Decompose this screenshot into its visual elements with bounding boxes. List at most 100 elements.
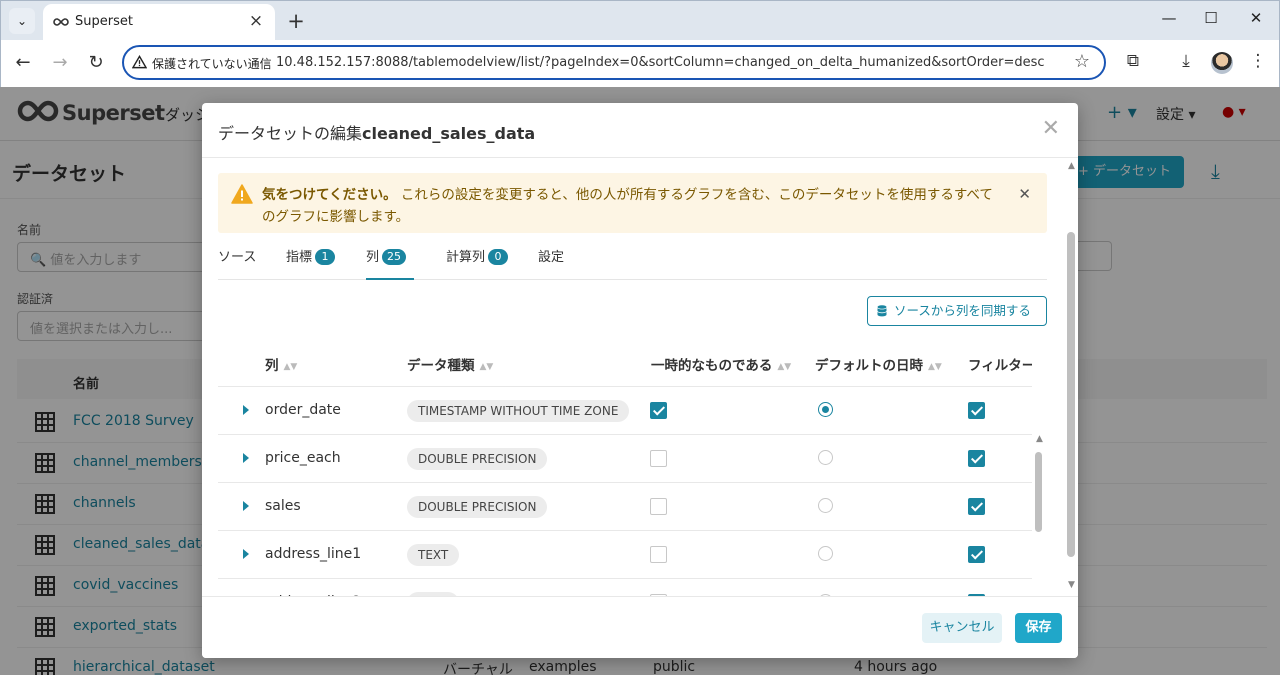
tab-title: Superset <box>75 14 133 29</box>
filterable-checkbox[interactable] <box>968 498 985 515</box>
th-filterable[interactable]: フィルター <box>968 354 1032 374</box>
column-name: address_line1 <box>265 546 362 562</box>
modal-header: データセットの編集cleaned_sales_data ✕ <box>202 103 1078 158</box>
temporal-checkbox[interactable] <box>650 498 667 515</box>
th-temporal[interactable]: 一時的なものである ▲▼ <box>651 354 791 374</box>
expand-row-icon[interactable] <box>243 549 249 559</box>
outer-scroll-up-icon[interactable]: ▲ <box>1068 161 1075 171</box>
browser-tab[interactable]: Superset × <box>43 4 275 41</box>
th-column-label: 列 <box>265 358 279 374</box>
tab-metrics-label: 指標 <box>286 250 313 265</box>
sync-columns-button[interactable]: ソースから列を同期する <box>867 296 1047 326</box>
maximize-icon[interactable]: ☐ <box>1197 9 1225 27</box>
url-text[interactable]: 10.48.152.157:8088/tablemodelview/list/?… <box>276 55 1045 70</box>
expand-row-icon[interactable] <box>243 501 249 511</box>
save-button[interactable]: 保存 <box>1015 613 1062 643</box>
insecure-connection-label[interactable]: 保護されていない通信 <box>152 55 272 72</box>
th-data-type[interactable]: データ種類 ▲▼ <box>407 354 493 374</box>
data-type-tag: DOUBLE PRECISION <box>407 448 548 470</box>
modal-close-icon[interactable]: ✕ <box>1042 117 1060 141</box>
th-data-type-label: データ種類 <box>407 358 475 374</box>
modal-footer: キャンセル 保存 <box>202 596 1078 658</box>
column-row: order_date TIMESTAMP WITHOUT TIME ZONE <box>218 387 1032 435</box>
profile-avatar[interactable] <box>1211 52 1233 74</box>
temporal-checkbox[interactable] <box>650 402 667 419</box>
sort-icon: ▲▼ <box>479 362 494 372</box>
th-default-datetime[interactable]: デフォルトの日時 ▲▼ <box>815 354 942 374</box>
modal-title-dataset: cleaned_sales_data <box>362 124 536 143</box>
new-tab-button[interactable]: + <box>284 8 308 34</box>
bookmark-star-icon[interactable]: ☆ <box>1074 51 1090 72</box>
default-datetime-radio[interactable] <box>818 546 833 561</box>
sync-columns-label: ソースから列を同期する <box>894 303 1031 318</box>
data-type-tag: TIMESTAMP WITHOUT TIME ZONE <box>407 400 630 422</box>
default-datetime-radio[interactable] <box>818 498 833 513</box>
column-name: price_each <box>265 450 341 466</box>
tab-source-label: ソース <box>218 250 257 265</box>
default-datetime-radio[interactable] <box>818 450 833 465</box>
column-row: address_line1 TEXT <box>218 531 1032 579</box>
tab-settings-label: 設定 <box>538 250 565 265</box>
expand-row-icon[interactable] <box>243 453 249 463</box>
browser-tab-strip: ⌄ Superset × + — ☐ ✕ <box>0 0 1280 41</box>
forward-icon[interactable]: → <box>48 51 72 75</box>
th-default-datetime-label: デフォルトの日時 <box>815 358 923 374</box>
temporal-checkbox[interactable] <box>650 450 667 467</box>
columns-table: 列 ▲▼ データ種類 ▲▼ 一時的なものである ▲▼ デフォルトの日時 ▲▼ フィルター… <box>218 339 1032 596</box>
th-filterable-label: フィルター <box>968 358 1032 374</box>
modal-tabs: ソース 指標 1 列 25 計算列 0 設定 <box>218 247 1047 280</box>
tab-calculated-columns[interactable]: 計算列 0 <box>446 247 509 280</box>
alert-message: 気をつけてください。 これらの設定を変更すると、他の人が所有するグラフを含む、こ… <box>262 184 1006 228</box>
column-row: sales DOUBLE PRECISION <box>218 483 1032 531</box>
filterable-checkbox[interactable] <box>968 450 985 467</box>
edit-dataset-modal: データセットの編集cleaned_sales_data ✕ 気をつけてください。… <box>202 103 1078 658</box>
expand-row-icon[interactable] <box>243 405 249 415</box>
warning-icon <box>231 184 253 204</box>
columns-table-header: 列 ▲▼ データ種類 ▲▼ 一時的なものである ▲▼ デフォルトの日時 ▲▼ フィルター <box>218 339 1032 387</box>
tab-settings[interactable]: 設定 <box>538 247 564 280</box>
cancel-button[interactable]: キャンセル <box>922 613 1002 643</box>
tab-close-icon[interactable]: × <box>245 10 267 32</box>
temporal-checkbox[interactable] <box>650 546 667 563</box>
alert-close-icon[interactable]: ✕ <box>1018 185 1031 203</box>
column-row: price_each DOUBLE PRECISION <box>218 435 1032 483</box>
reload-icon[interactable]: ↻ <box>84 51 108 75</box>
database-icon <box>877 305 887 317</box>
column-name: sales <box>265 498 301 514</box>
th-column[interactable]: 列 ▲▼ <box>265 354 297 374</box>
tab-search-menu-button[interactable]: ⌄ <box>9 8 35 34</box>
tab-calculated-columns-label: 計算列 <box>446 250 486 265</box>
minimize-icon[interactable]: — <box>1155 9 1183 27</box>
warning-alert: 気をつけてください。 これらの設定を変更すると、他の人が所有するグラフを含む、こ… <box>218 173 1047 233</box>
default-datetime-radio[interactable] <box>818 402 833 417</box>
inner-scrollbar-thumb[interactable] <box>1035 452 1042 532</box>
inner-scroll-up-icon[interactable]: ▲ <box>1036 434 1043 444</box>
th-temporal-label: 一時的なものである <box>651 358 773 374</box>
column-name: order_date <box>265 402 341 418</box>
window-close-icon[interactable]: ✕ <box>1242 9 1270 27</box>
tab-columns-label: 列 <box>366 250 380 265</box>
download-icon[interactable]: ⤓ <box>1173 51 1199 75</box>
tab-columns[interactable]: 列 25 <box>366 247 414 280</box>
modal-body: 気をつけてください。 これらの設定を変更すると、他の人が所有するグラフを含む、こ… <box>202 159 1078 596</box>
sort-icon: ▲▼ <box>928 362 942 372</box>
superset-favicon-icon <box>53 18 69 26</box>
tab-source[interactable]: ソース <box>218 247 256 280</box>
filterable-checkbox[interactable] <box>968 546 985 563</box>
extensions-icon[interactable]: ⧉ <box>1120 51 1146 75</box>
tab-metrics-count: 1 <box>315 249 336 265</box>
back-icon[interactable]: ← <box>11 51 35 75</box>
tab-metrics[interactable]: 指標 1 <box>286 247 336 280</box>
data-type-tag: DOUBLE PRECISION <box>407 496 548 518</box>
modal-title: データセットの編集cleaned_sales_data <box>218 120 535 144</box>
warning-triangle-icon <box>132 55 147 69</box>
browser-menu-icon[interactable]: ⋮ <box>1245 51 1271 75</box>
address-bar[interactable]: 保護されていない通信 10.48.152.157:8088/tablemodel… <box>122 45 1106 80</box>
modal-scrollbar-thumb[interactable] <box>1067 232 1075 557</box>
tab-calculated-columns-count: 0 <box>488 249 509 265</box>
browser-toolbar: ← → ↻ 保護されていない通信 10.48.152.157:8088/tabl… <box>0 40 1280 87</box>
modal-title-prefix: データセットの編集 <box>218 124 363 143</box>
data-type-tag: TEXT <box>407 544 460 566</box>
outer-scroll-down-icon[interactable]: ▼ <box>1068 580 1075 590</box>
filterable-checkbox[interactable] <box>968 402 985 419</box>
